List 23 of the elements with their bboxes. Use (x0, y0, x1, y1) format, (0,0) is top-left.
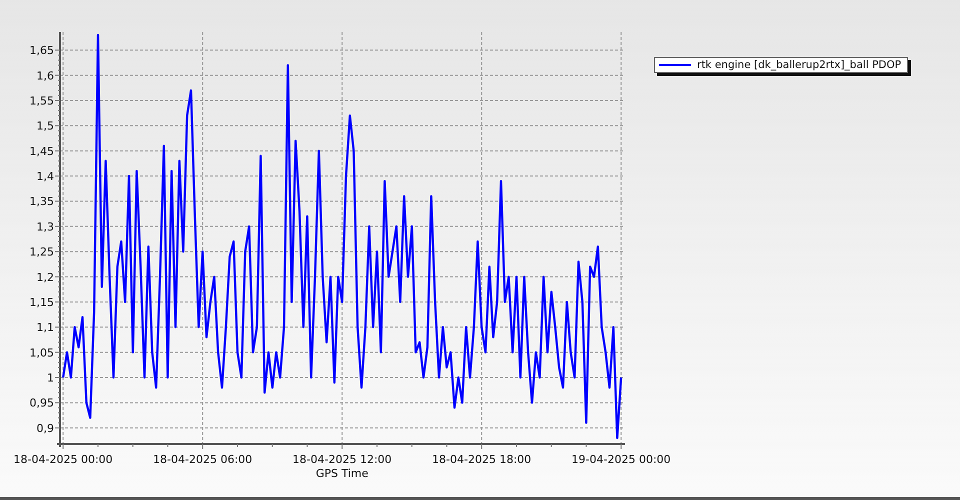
tick-label: 19-04-2025 00:00 (572, 453, 671, 466)
tick-label: 1,55 (30, 94, 54, 108)
legend-label: rtk engine [dk_ballerup2rtx]_ball PDOP (697, 59, 902, 71)
tick-label: 18-04-2025 18:00 (432, 453, 532, 466)
tick-label: 1,5 (36, 120, 54, 133)
tick-label: 1,45 (30, 144, 54, 158)
tick-label: 1,3 (36, 220, 54, 234)
tick-label: 1,25 (30, 246, 54, 259)
axis-title: GPS Time (316, 467, 368, 480)
tick-label: 1,2 (36, 270, 54, 284)
tick-label: 1 (47, 372, 54, 385)
tick-label: 1,65 (30, 44, 54, 58)
tick-label: 1,35 (30, 195, 54, 208)
tick-label: 0,9 (36, 422, 54, 435)
tick-label: 0,95 (30, 396, 54, 410)
tick-label: 1,6 (36, 69, 54, 82)
tick-label: 18-04-2025 12:00 (292, 453, 392, 466)
tick-label: 18-04-2025 06:00 (153, 453, 252, 466)
tick-label: 18-04-2025 00:00 (14, 453, 113, 466)
tick-label: 1,15 (30, 296, 54, 309)
tick-label: 1,05 (30, 346, 54, 360)
tick-label: 1,1 (36, 321, 54, 334)
tick-label: 1,4 (36, 170, 54, 184)
